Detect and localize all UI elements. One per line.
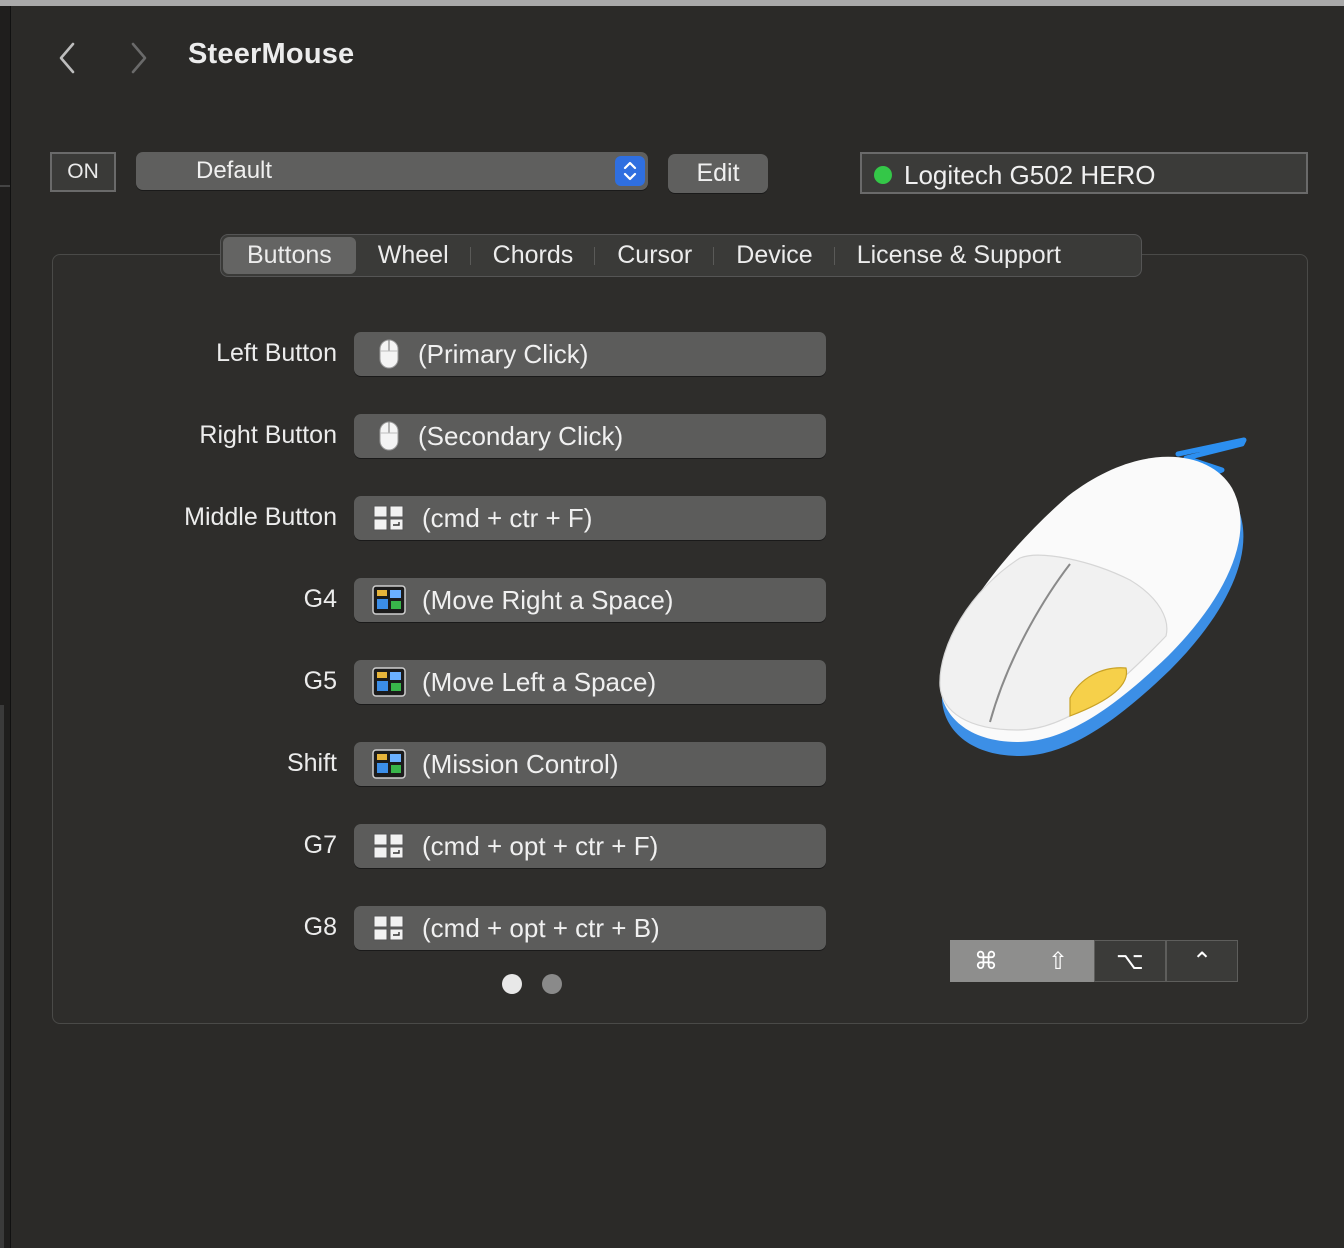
mouse-icon [372,421,406,451]
action-text: (Primary Click) [418,339,589,369]
tab-cursor[interactable]: Cursor [595,237,715,274]
button-label-g8: G8 [303,913,337,941]
forward-button[interactable] [124,38,154,78]
chevron-right-icon [131,42,147,74]
action-text: (Mission Control) [422,749,619,779]
keyboard-icon [372,831,406,861]
action-field-left-button[interactable]: (Primary Click) [354,332,826,376]
on-toggle-button[interactable]: ON [50,152,116,192]
mouse-illustration [939,437,1247,756]
mission-control-icon [372,749,406,779]
action-text: (cmd + ctr + F) [422,503,593,533]
window-title: SteerMouse [188,38,355,70]
sidebar-divider [0,185,10,187]
mouse-icon [372,339,406,369]
command-modifier-button[interactable]: ⌘ [950,940,1022,982]
tab-license-support[interactable]: License & Support [835,237,1083,274]
action-field-g8[interactable]: (cmd + opt + ctr + B) [354,906,826,950]
updown-chevron-icon [615,156,645,186]
button-label-middle: Middle Button [184,503,337,531]
control-modifier-button[interactable]: ⌃ [1166,940,1238,982]
keyboard-icon [372,503,406,533]
action-field-middle-button[interactable]: (cmd + ctr + F) [354,496,826,540]
tab-device[interactable]: Device [714,237,836,274]
sidebar-scroll-track [0,705,4,1248]
window-top-edge [0,0,1344,6]
tab-buttons[interactable]: Buttons [223,237,356,274]
keyboard-icon [372,913,406,943]
preset-select-value: Default [196,157,273,184]
mission-control-icon [372,585,406,615]
button-label-right: Right Button [199,421,337,449]
back-button[interactable] [52,38,82,78]
action-text: (Secondary Click) [418,421,624,451]
action-text: (cmd + opt + ctr + B) [422,913,660,943]
page-dot-1[interactable] [502,974,522,994]
modifier-keys: ⌘ ⇧ ⌥ ⌃ [950,940,1238,982]
page-dot-2[interactable] [542,974,562,994]
shift-modifier-button[interactable]: ⇧ [1022,940,1094,982]
action-text: (Move Left a Space) [422,667,657,697]
button-label-g5: G5 [303,667,337,695]
button-label-g4: G4 [303,585,337,613]
option-modifier-button[interactable]: ⌥ [1094,940,1166,982]
action-text: (cmd + opt + ctr + F) [422,831,659,861]
status-dot-icon [874,166,892,184]
edit-button[interactable]: Edit [668,154,768,193]
action-field-g4[interactable]: (Move Right a Space) [354,578,826,622]
action-text: (Move Right a Space) [422,585,674,615]
action-field-right-button[interactable]: (Secondary Click) [354,414,826,458]
device-selector[interactable]: Logitech G502 HERO [860,152,1308,194]
action-field-g7[interactable]: (cmd + opt + ctr + F) [354,824,826,868]
tab-bar: Buttons Wheel Chords Cursor Device Licen… [220,234,1142,277]
tab-wheel[interactable]: Wheel [356,237,471,274]
chevron-left-icon [59,42,75,74]
action-field-shift[interactable]: (Mission Control) [354,742,826,786]
preset-select[interactable]: Default [136,152,648,190]
button-label-shift: Shift [286,749,337,777]
mission-control-icon [372,667,406,697]
button-label-left: Left Button [216,339,337,367]
button-label-g7: G7 [303,831,337,859]
tab-chords[interactable]: Chords [471,237,596,274]
action-field-g5[interactable]: (Move Left a Space) [354,660,826,704]
device-name: Logitech G502 HERO [904,160,1156,190]
